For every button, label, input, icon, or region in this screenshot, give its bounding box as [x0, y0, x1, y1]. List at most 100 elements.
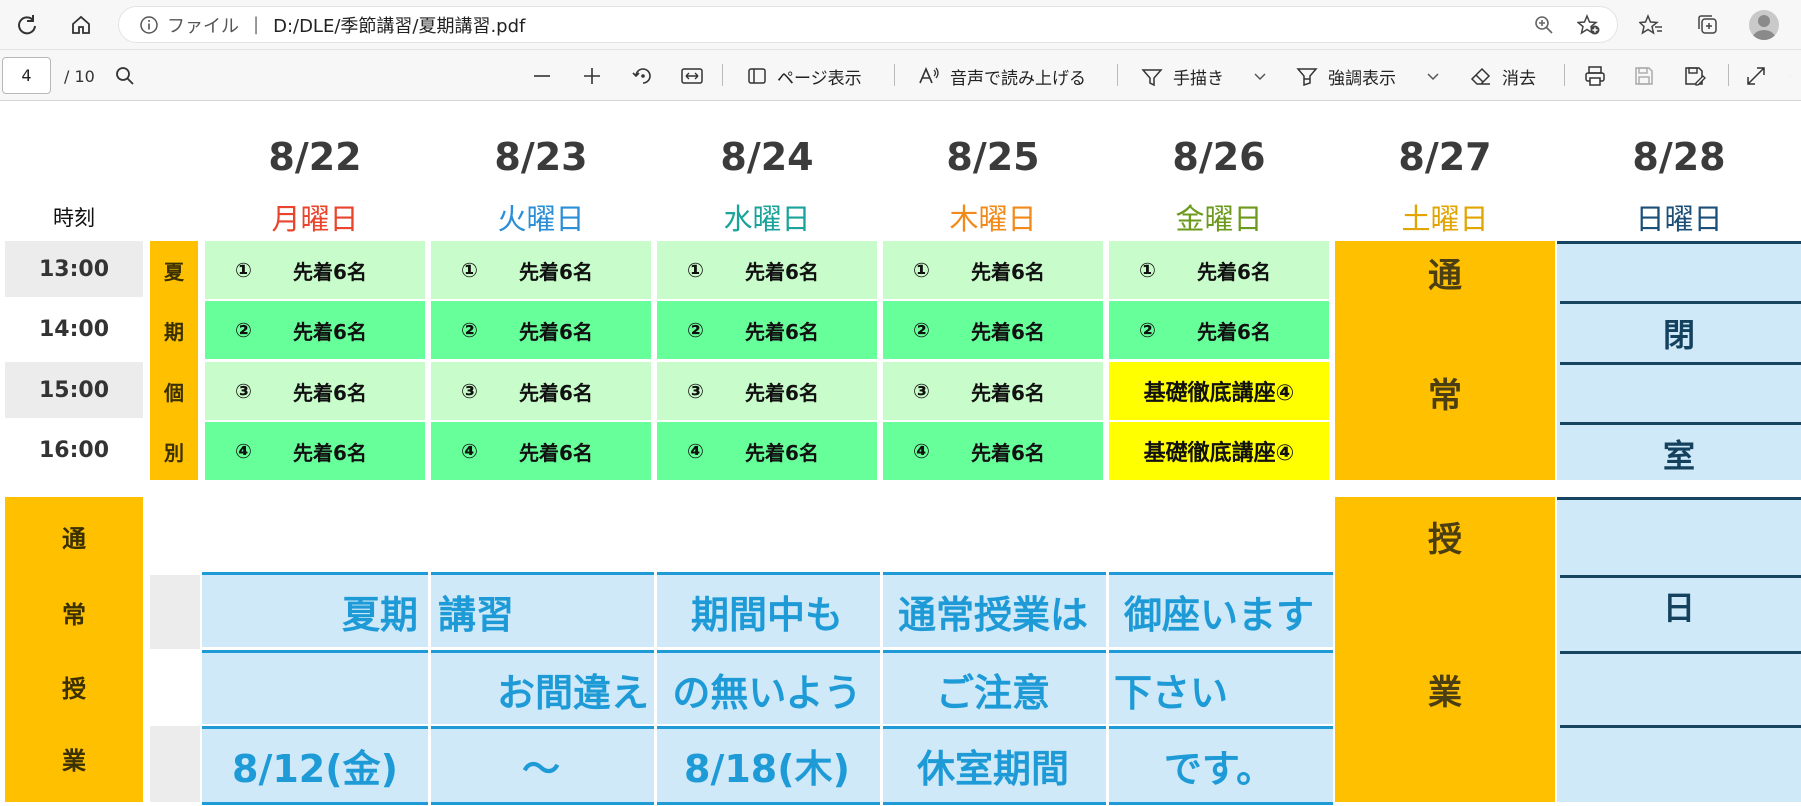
- fit-width-icon: [681, 68, 703, 84]
- grey-spacer-cell: [150, 726, 200, 802]
- zoom-out-button[interactable]: [532, 60, 562, 92]
- lesson-slot[interactable]: ④ 先着6名: [431, 422, 651, 480]
- sunday-row-divider: [1560, 725, 1801, 728]
- home-icon: [72, 15, 90, 34]
- notice-text: 休室期間: [916, 746, 1069, 791]
- lesson-slot-label: 基礎徹底講座④: [1143, 381, 1295, 406]
- slot-number: ②: [1139, 318, 1156, 342]
- toolbar-divider: [1728, 64, 1729, 86]
- summer-label-char: 期: [164, 319, 184, 344]
- page-view-label: ページ表示: [777, 68, 862, 89]
- slot-capacity: 先着6名: [293, 259, 367, 284]
- lesson-slot[interactable]: ④ 先着6名: [883, 422, 1103, 480]
- erase-label: 消去: [1502, 68, 1536, 89]
- star-add-icon: [1577, 14, 1600, 35]
- lesson-slot[interactable]: 基礎徹底講座④: [1109, 362, 1329, 420]
- zoom-in-icon: [1535, 16, 1553, 34]
- highlight-label: 強調表示: [1328, 68, 1396, 89]
- slot-capacity: 先着6名: [745, 380, 819, 405]
- more-icon: [1790, 75, 1791, 77]
- saturday-block-char: 常: [1428, 375, 1462, 416]
- lesson-slot[interactable]: ③ 先着6名: [431, 362, 651, 420]
- save-icon: [1635, 67, 1653, 85]
- highlight-options-dropdown[interactable]: [1426, 60, 1450, 92]
- slot-capacity: 先着6名: [745, 319, 819, 344]
- slot-number: ②: [687, 318, 704, 342]
- lesson-slot[interactable]: ④ 先着6名: [657, 422, 877, 480]
- lesson-slot[interactable]: ③ 先着6名: [205, 362, 425, 420]
- lesson-slot[interactable]: ② 先着6名: [431, 301, 651, 359]
- find-button[interactable]: [115, 60, 145, 92]
- highlighter-icon: [1296, 68, 1318, 87]
- slot-capacity: 先着6名: [519, 319, 593, 344]
- lesson-slot[interactable]: ③ 先着6名: [883, 362, 1103, 420]
- toolbar-divider: [1117, 64, 1118, 86]
- rotate-button[interactable]: [632, 60, 664, 92]
- lesson-slot[interactable]: ② 先着6名: [205, 301, 425, 359]
- collections-button[interactable]: [1690, 8, 1726, 42]
- slot-number: ①: [235, 258, 252, 282]
- chevron-down-icon: [1427, 73, 1439, 81]
- notice-text: お間違え: [496, 670, 649, 715]
- profile-avatar[interactable]: [1749, 10, 1779, 40]
- date-label: 8/22: [268, 135, 362, 179]
- fit-width-button[interactable]: [681, 60, 713, 92]
- zoom-in-button[interactable]: [582, 60, 612, 92]
- lesson-slot[interactable]: ① 先着6名: [883, 241, 1103, 299]
- notice-text: 期間中も: [690, 592, 843, 637]
- more-tools-button[interactable]: [1790, 60, 1801, 92]
- lesson-slot[interactable]: ② 先着6名: [657, 301, 877, 359]
- lesson-slot[interactable]: ③ 先着6名: [657, 362, 877, 420]
- regular-class-char: 通: [62, 524, 86, 553]
- page-view-button[interactable]: ページ表示: [747, 60, 862, 92]
- saturday-block-char: 授: [1428, 519, 1462, 560]
- weekday-label: 土曜日: [1401, 202, 1489, 236]
- weekday-label: 月曜日: [271, 202, 359, 236]
- favorites-icon: [1639, 14, 1662, 35]
- toolbar-divider: [1564, 64, 1565, 86]
- sunday-block-char: 閉: [1662, 316, 1695, 354]
- refresh-button[interactable]: [10, 8, 44, 42]
- eraser-icon: [1470, 67, 1491, 85]
- notice-text: の無いよう: [672, 670, 862, 715]
- summer-label-char: 夏: [164, 259, 184, 284]
- address-field[interactable]: ファイル | D:/DLE/季節講習/夏期講習.pdf: [118, 6, 1618, 43]
- read-aloud-button[interactable]: 音声で読み上げる: [918, 60, 1086, 92]
- add-favorite-button[interactable]: [1571, 8, 1607, 42]
- notice-text: 8/18(木): [684, 746, 850, 791]
- print-button[interactable]: [1584, 60, 1616, 92]
- draw-options-dropdown[interactable]: [1253, 60, 1277, 92]
- erase-button[interactable]: 消去: [1470, 60, 1536, 92]
- notice-text: 通常授業は: [897, 592, 1088, 637]
- home-button[interactable]: [64, 8, 98, 42]
- draw-button[interactable]: 手描き: [1141, 60, 1224, 92]
- slot-capacity: 先着6名: [745, 259, 819, 284]
- toolbar-divider: [722, 64, 723, 86]
- weekday-label: 金曜日: [1175, 202, 1263, 236]
- saturday-block-char: 通: [1428, 255, 1462, 296]
- lesson-slot[interactable]: ② 先着6名: [1109, 301, 1329, 359]
- lesson-slot[interactable]: ④ 先着6名: [205, 422, 425, 480]
- lesson-slot[interactable]: ① 先着6名: [431, 241, 651, 299]
- plus-icon: [584, 68, 600, 84]
- slot-capacity: 先着6名: [293, 319, 367, 344]
- page-number-input[interactable]: 4: [2, 57, 51, 94]
- slot-number: ①: [913, 258, 930, 282]
- lesson-slot[interactable]: ② 先着6名: [883, 301, 1103, 359]
- fullscreen-button[interactable]: [1746, 60, 1776, 92]
- save-button[interactable]: [1634, 60, 1664, 92]
- lesson-slot[interactable]: ① 先着6名: [205, 241, 425, 299]
- lesson-slot[interactable]: 基礎徹底講座④: [1109, 422, 1329, 480]
- zoom-button[interactable]: [1526, 8, 1562, 42]
- favorites-button[interactable]: [1633, 8, 1669, 42]
- time-slot: 14:00: [5, 301, 143, 357]
- notice-text: ～: [521, 746, 560, 791]
- save-as-button[interactable]: [1684, 60, 1716, 92]
- slot-number: ③: [235, 379, 252, 403]
- lesson-slot[interactable]: ① 先着6名: [657, 241, 877, 299]
- info-icon: [140, 15, 158, 34]
- refresh-icon: [18, 15, 36, 35]
- slot-number: ②: [461, 318, 478, 342]
- highlight-button[interactable]: 強調表示: [1296, 60, 1396, 92]
- lesson-slot[interactable]: ① 先着6名: [1109, 241, 1329, 299]
